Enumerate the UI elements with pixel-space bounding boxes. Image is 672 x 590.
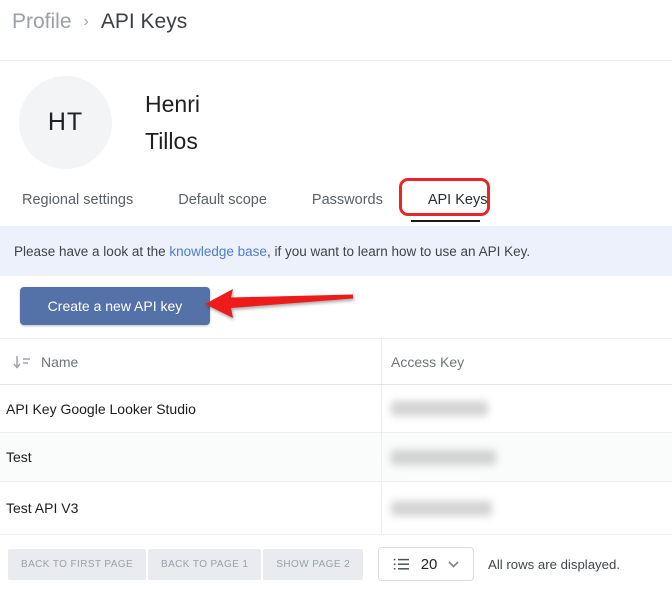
user-fullname: Henri Tillos <box>145 86 200 160</box>
banner-text: Please have a look at the knowledge base… <box>14 244 530 259</box>
page-size-value: 20 <box>421 556 438 573</box>
table-row[interactable]: Test <box>0 433 672 482</box>
profile-summary: HT Henri Tillos <box>0 61 672 184</box>
chevron-down-icon <box>448 561 459 568</box>
breadcrumb: Profile › API Keys <box>12 10 672 34</box>
access-key-redacted-blur <box>391 501 492 516</box>
create-api-key-button[interactable]: Create a new API key <box>20 287 210 325</box>
access-key-cell <box>381 482 672 534</box>
breadcrumb-profile[interactable]: Profile <box>12 10 72 34</box>
action-row: Create a new API key <box>0 276 672 338</box>
table-header-row: Name Access Key <box>0 339 672 385</box>
tab-passwords[interactable]: Passwords <box>312 192 383 226</box>
show-page-2-button[interactable]: SHOW PAGE 2 <box>263 549 363 580</box>
back-to-first-page-button[interactable]: BACK TO FIRST PAGE <box>8 549 146 580</box>
table-footer: BACK TO FIRST PAGE BACK TO PAGE 1 SHOW P… <box>0 547 672 581</box>
profile-tab-bar: Regional settings Default scope Password… <box>0 184 672 226</box>
list-icon <box>393 558 410 571</box>
column-header-name[interactable]: Name <box>41 354 78 370</box>
tab-default-scope[interactable]: Default scope <box>178 192 267 226</box>
banner-text-after: , if you want to learn how to use an API… <box>267 244 530 259</box>
access-key-cell <box>381 433 672 481</box>
breadcrumb-separator-icon: › <box>84 13 89 31</box>
back-to-page-1-button[interactable]: BACK TO PAGE 1 <box>148 549 261 580</box>
name-cell: Test API V3 <box>0 482 381 534</box>
user-first-name: Henri <box>145 86 200 123</box>
knowledge-base-link[interactable]: knowledge base <box>169 244 267 259</box>
api-keys-table: Name Access Key API Key Google Looker St… <box>0 338 672 535</box>
info-banner: Please have a look at the knowledge base… <box>0 226 672 276</box>
page-size-dropdown[interactable]: 20 <box>378 547 474 581</box>
access-key-redacted-blur <box>391 450 496 465</box>
sort-icon[interactable] <box>13 355 30 369</box>
name-cell: API Key Google Looker Studio <box>0 385 381 432</box>
table-row[interactable]: Test API V3 <box>0 482 672 535</box>
banner-text-before: Please have a look at the <box>14 244 169 259</box>
rows-status-text: All rows are displayed. <box>488 557 620 572</box>
active-tab-underline <box>411 220 480 222</box>
name-cell: Test <box>0 433 381 481</box>
access-key-redacted-blur <box>391 401 488 416</box>
breadcrumb-current: API Keys <box>101 10 187 34</box>
table-row[interactable]: API Key Google Looker Studio <box>0 385 672 433</box>
column-header-access-key[interactable]: Access Key <box>391 354 464 370</box>
user-last-name: Tillos <box>145 123 200 160</box>
tab-regional-settings[interactable]: Regional settings <box>22 192 133 226</box>
page-header: Profile › API Keys <box>0 0 672 61</box>
avatar: HT <box>19 76 112 169</box>
access-key-cell <box>381 385 672 432</box>
